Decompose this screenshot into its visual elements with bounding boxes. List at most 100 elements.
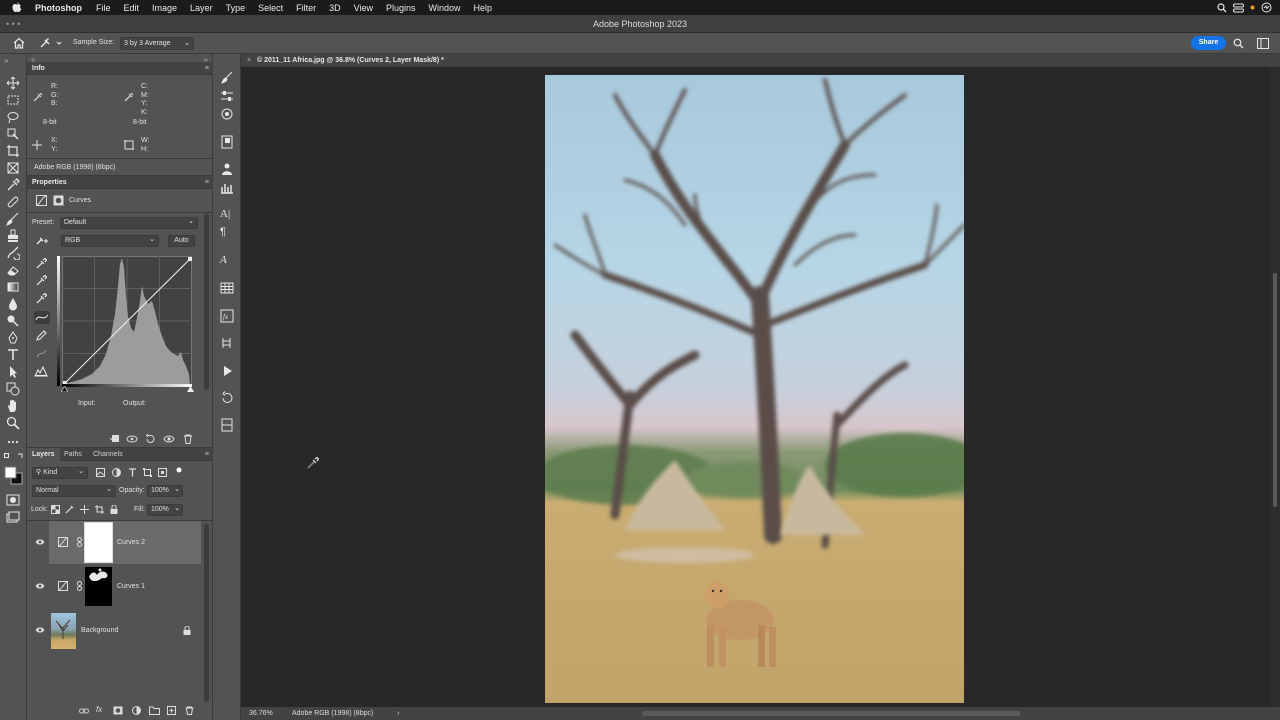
screen-mode-icon[interactable] <box>6 511 20 525</box>
layer-row-curves-1[interactable]: Curves 1 <box>49 565 201 608</box>
styles-panel-icon[interactable] <box>220 107 234 121</box>
visibility-eye-icon[interactable] <box>163 434 175 444</box>
layer-visibility-eye-icon[interactable] <box>35 581 45 591</box>
channel-select[interactable]: RGB ⌄ <box>61 235 159 247</box>
layer-mask-icon[interactable] <box>53 195 64 206</box>
menu-view[interactable]: View <box>354 3 373 13</box>
healing-brush-tool-icon[interactable] <box>6 195 20 209</box>
filter-smart-object-icon[interactable] <box>158 468 167 477</box>
lock-transparent-pixels-icon[interactable] <box>51 505 60 514</box>
zoom-tool-icon[interactable] <box>6 416 20 430</box>
lock-artboard-icon[interactable] <box>95 505 104 514</box>
timeline-panel-icon[interactable] <box>220 336 234 350</box>
layer-visibility-eye-icon[interactable] <box>35 625 45 635</box>
tab-layers[interactable]: Layers <box>27 448 60 461</box>
draw-curve-pencil-icon[interactable] <box>36 330 47 341</box>
panel-menu-icon[interactable]: ≡ <box>205 448 209 461</box>
targeted-adjustment-icon[interactable] <box>35 236 49 246</box>
menu-image[interactable]: Image <box>152 3 177 13</box>
new-adjustment-layer-icon[interactable] <box>132 706 141 715</box>
filter-pixel-icon[interactable] <box>96 468 105 477</box>
collapse-icon[interactable]: » <box>4 56 8 65</box>
menu-layer[interactable]: Layer <box>190 3 213 13</box>
layer-thumbnail[interactable] <box>51 613 76 649</box>
sample-black-point-icon[interactable] <box>36 258 47 269</box>
frame-tool-icon[interactable] <box>6 161 20 175</box>
control-center-icon[interactable] <box>1233 3 1244 13</box>
edit-points-icon[interactable] <box>34 311 50 324</box>
menu-filter[interactable]: Filter <box>296 3 316 13</box>
object-selection-tool-icon[interactable] <box>6 127 20 141</box>
sample-size-select[interactable]: 3 by 3 Average ⌄ <box>120 37 194 50</box>
adjustments-panel-icon[interactable] <box>220 89 234 103</box>
fill-input[interactable]: 100% ⌄ <box>147 504 183 516</box>
libraries-panel-icon[interactable] <box>220 135 234 149</box>
lasso-tool-icon[interactable] <box>6 110 20 124</box>
filter-shape-icon[interactable] <box>143 468 152 477</box>
siri-icon[interactable] <box>1261 2 1272 13</box>
view-previous-state-icon[interactable] <box>126 434 138 444</box>
workspace-icon[interactable] <box>1257 38 1269 49</box>
layer-mask-thumbnail[interactable] <box>85 567 112 606</box>
properties-panel-icon[interactable] <box>220 418 234 432</box>
lock-position-icon[interactable] <box>80 505 89 514</box>
panel-menu-icon[interactable]: ≡ <box>205 62 209 75</box>
layer-visibility-eye-icon[interactable] <box>35 537 45 547</box>
menu-3d[interactable]: 3D <box>329 3 341 13</box>
more-tools-icon[interactable] <box>6 435 20 449</box>
black-point-slider[interactable] <box>61 386 68 392</box>
info-panel-header[interactable]: Info ≡ <box>27 62 213 75</box>
opacity-input[interactable]: 100% ⌄ <box>147 485 183 497</box>
swap-colors-icon[interactable] <box>4 453 24 461</box>
paragraph-panel-icon[interactable]: ¶ <box>220 226 234 240</box>
history-panel-icon[interactable] <box>220 391 234 405</box>
layer-name[interactable]: Background <box>81 627 118 634</box>
quick-mask-icon[interactable] <box>6 493 20 507</box>
mask-link-chain-icon[interactable] <box>77 537 82 547</box>
actions-fx-panel-icon[interactable]: fx <box>220 309 234 323</box>
layer-name[interactable]: Curves 2 <box>117 539 145 546</box>
marquee-tool-icon[interactable] <box>6 93 20 107</box>
menu-plugins[interactable]: Plugins <box>386 3 416 13</box>
sample-gray-point-icon[interactable] <box>36 275 47 286</box>
white-point-slider[interactable] <box>187 386 194 392</box>
shape-tool-icon[interactable] <box>6 382 20 396</box>
brush-tool-icon[interactable] <box>6 212 20 226</box>
clipping-warning-icon[interactable] <box>34 366 48 377</box>
tab-paths[interactable]: Paths <box>64 448 82 461</box>
menu-edit[interactable]: Edit <box>124 3 140 13</box>
new-layer-icon[interactable] <box>167 706 176 715</box>
home-icon[interactable] <box>13 37 25 49</box>
filter-toggle-icon[interactable] <box>176 467 182 473</box>
eyedropper-tool-icon[interactable] <box>6 178 20 192</box>
apple-icon[interactable] <box>12 2 26 13</box>
layer-row-background[interactable]: Background <box>49 609 201 652</box>
path-selection-tool-icon[interactable] <box>6 365 20 379</box>
auto-button[interactable]: Auto <box>168 235 195 247</box>
close-document-icon[interactable]: × <box>247 54 251 67</box>
lock-image-pixels-icon[interactable] <box>65 505 74 514</box>
filter-adjustment-icon[interactable] <box>112 468 121 477</box>
layer-filter-kind-select[interactable]: ⚲ Kind ⌄ <box>32 467 88 479</box>
properties-panel-header[interactable]: Properties ≡ <box>27 176 213 189</box>
character-panel-icon[interactable]: A| <box>220 208 234 222</box>
color-swatches-icon[interactable] <box>4 466 24 486</box>
smooth-curve-icon[interactable] <box>36 348 47 359</box>
curves-graph[interactable] <box>62 256 192 386</box>
layer-row-curves-2[interactable]: Curves 2 <box>49 521 201 564</box>
menu-app-name[interactable]: Photoshop <box>35 3 82 13</box>
tab-channels[interactable]: Channels <box>93 448 123 461</box>
vertical-scroll-thumb[interactable] <box>1273 273 1277 507</box>
layer-mask-thumbnail[interactable] <box>84 522 113 563</box>
panel-menu-icon[interactable]: ≡ <box>205 176 209 189</box>
eraser-tool-icon[interactable] <box>6 263 20 277</box>
horizontal-scroll-thumb[interactable] <box>642 711 1020 716</box>
history-brush-tool-icon[interactable] <box>6 246 20 260</box>
delete-adjustment-icon[interactable] <box>183 434 193 444</box>
link-layers-icon[interactable] <box>79 707 89 715</box>
blend-mode-select[interactable]: Normal ⌄ <box>32 485 116 497</box>
delete-layer-icon[interactable] <box>185 706 194 715</box>
gradient-tool-icon[interactable] <box>6 280 20 294</box>
color-sampler-tool-icon[interactable] <box>39 38 63 49</box>
crop-tool-icon[interactable] <box>6 144 20 158</box>
